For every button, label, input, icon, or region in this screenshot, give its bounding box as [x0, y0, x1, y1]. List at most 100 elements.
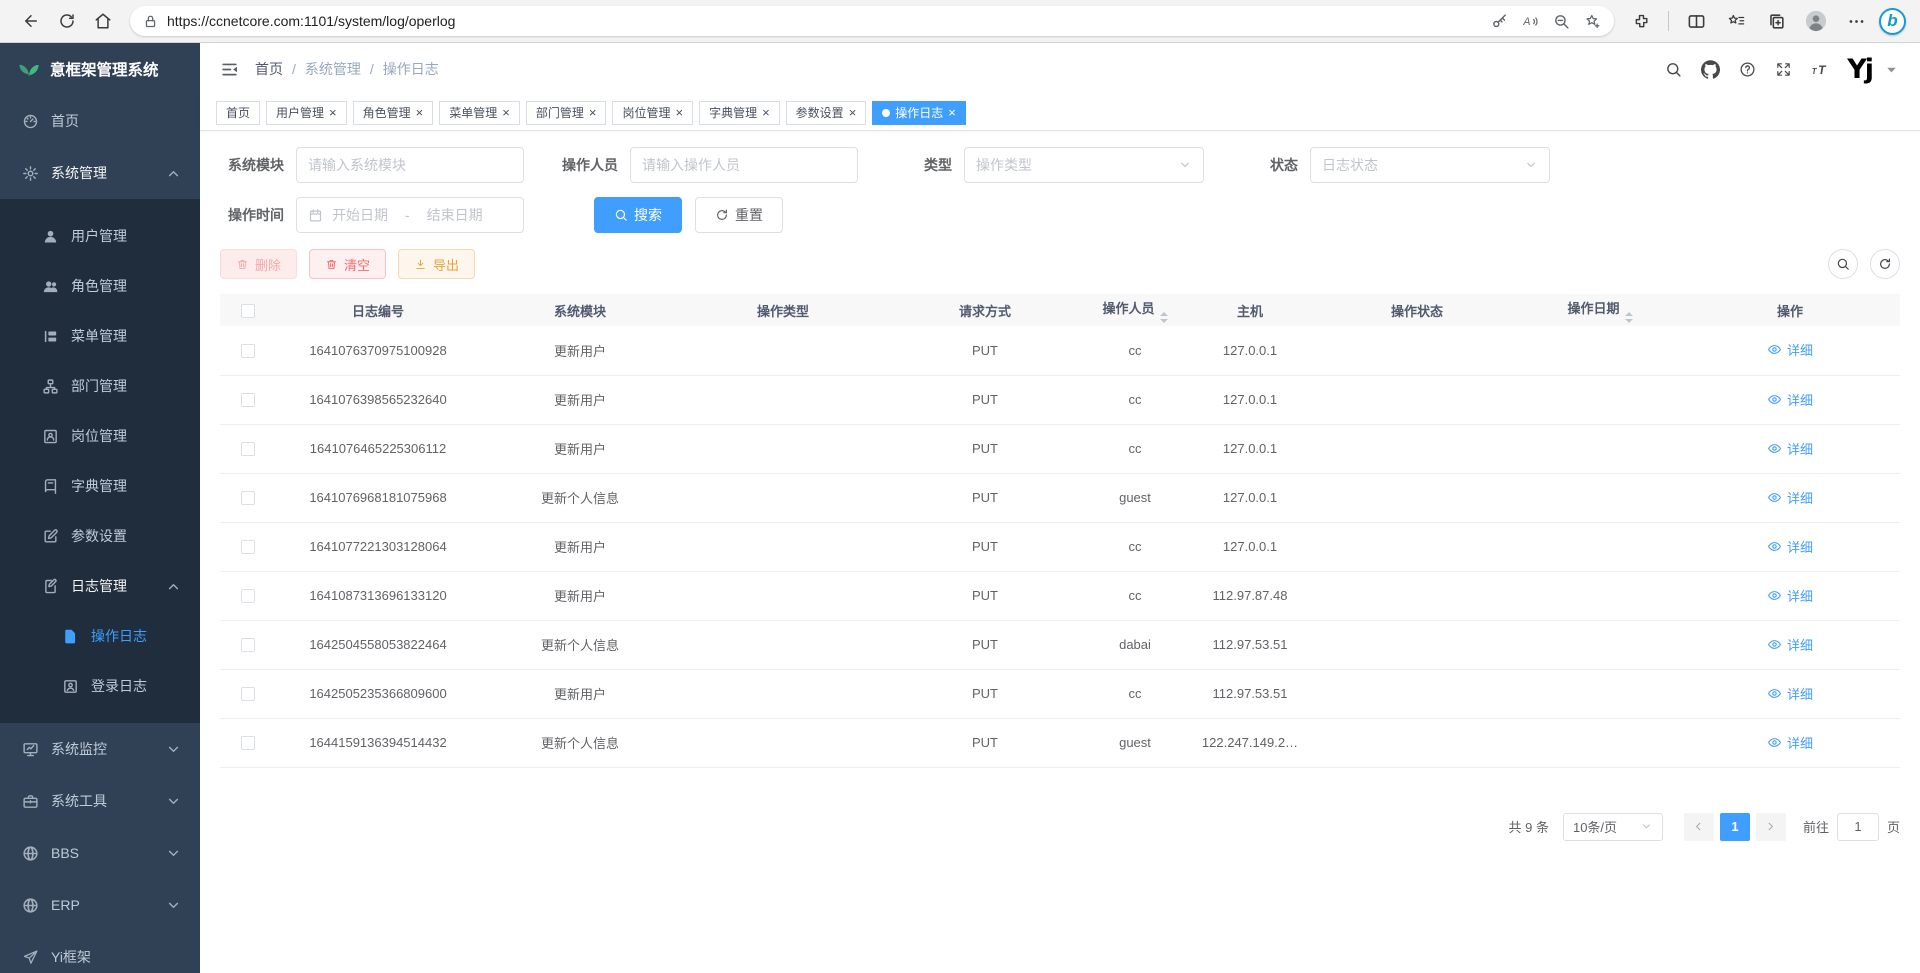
goto-page-input[interactable]	[1837, 813, 1879, 841]
font-size-icon[interactable]: TT	[1811, 61, 1828, 78]
tab-close-icon[interactable]: ×	[675, 106, 683, 119]
sidebar-item-user[interactable]: 用户管理	[0, 211, 200, 261]
browser-back-button[interactable]	[14, 4, 48, 38]
search-button[interactable]: 搜索	[594, 197, 682, 233]
password-key-icon[interactable]	[1491, 13, 1508, 30]
split-screen-button[interactable]	[1679, 4, 1713, 38]
header-search-icon[interactable]	[1665, 61, 1682, 78]
user-avatar[interactable]: Yj	[1847, 56, 1872, 83]
export-button[interactable]: 导出	[398, 249, 475, 279]
prev-page-button[interactable]	[1684, 813, 1714, 841]
sidebar-item-dict[interactable]: 字典管理	[0, 461, 200, 511]
row-checkbox[interactable]	[241, 491, 255, 505]
table-search-toggle-button[interactable]	[1828, 249, 1858, 279]
sidebar-item-operlog[interactable]: 操作日志	[0, 611, 200, 661]
status-select[interactable]: 日志状态	[1310, 147, 1550, 183]
module-input[interactable]	[308, 157, 512, 173]
tab-operlog[interactable]: 操作日志×	[872, 101, 966, 125]
favorites-button[interactable]	[1719, 4, 1753, 38]
sidebar-item-menu[interactable]: 菜单管理	[0, 311, 200, 361]
breadcrumb-item[interactable]: 系统管理	[305, 59, 361, 79]
delete-button[interactable]: 删除	[220, 249, 297, 279]
sidebar-item-bbs[interactable]: BBS	[0, 827, 200, 879]
tab-close-icon[interactable]: ×	[589, 106, 597, 119]
next-page-button[interactable]	[1756, 813, 1786, 841]
detail-link[interactable]: 详细	[1767, 684, 1813, 703]
row-checkbox[interactable]	[241, 442, 255, 456]
column-header-operator[interactable]: 操作人员	[1084, 294, 1186, 326]
detail-link[interactable]: 详细	[1767, 340, 1813, 359]
type-select[interactable]: 操作类型	[964, 147, 1204, 183]
tab-close-icon[interactable]: ×	[502, 106, 510, 119]
detail-link[interactable]: 详细	[1767, 635, 1813, 654]
tab-dict[interactable]: 字典管理×	[699, 101, 780, 125]
tab-close-icon[interactable]: ×	[329, 106, 337, 119]
tab-post[interactable]: 岗位管理×	[612, 101, 693, 125]
detail-link[interactable]: 详细	[1767, 439, 1813, 458]
tab-menu[interactable]: 菜单管理×	[439, 101, 520, 125]
browser-reload-button[interactable]	[50, 4, 84, 38]
sidebar-item-dept[interactable]: 部门管理	[0, 361, 200, 411]
detail-link[interactable]: 详细	[1767, 390, 1813, 409]
browser-home-button[interactable]	[86, 4, 120, 38]
collections-button[interactable]	[1759, 4, 1793, 38]
sort-carets-icon[interactable]	[1625, 312, 1633, 323]
row-checkbox[interactable]	[241, 344, 255, 358]
clear-button[interactable]: 清空	[309, 249, 386, 279]
tab-role[interactable]: 角色管理×	[353, 101, 434, 125]
sidebar-item-yi[interactable]: Yi框架	[0, 931, 200, 973]
browser-menu-button[interactable]	[1839, 4, 1873, 38]
detail-link[interactable]: 详细	[1767, 586, 1813, 605]
extensions-button[interactable]	[1624, 4, 1658, 38]
url-text[interactable]: https://ccnetcore.com:1101/system/log/op…	[167, 13, 1482, 29]
row-checkbox[interactable]	[241, 540, 255, 554]
select-all-checkbox[interactable]	[241, 304, 255, 318]
tab-close-icon[interactable]: ×	[416, 106, 424, 119]
tab-close-icon[interactable]: ×	[762, 106, 770, 119]
breadcrumb-item[interactable]: 首页	[255, 59, 283, 79]
sidebar-item-role[interactable]: 角色管理	[0, 261, 200, 311]
tab-user[interactable]: 用户管理×	[266, 101, 347, 125]
copilot-bing-button[interactable]: b	[1879, 8, 1906, 35]
reset-button[interactable]: 重置	[695, 197, 783, 233]
row-checkbox[interactable]	[241, 638, 255, 652]
zoom-out-icon[interactable]	[1553, 13, 1570, 30]
detail-link[interactable]: 详细	[1767, 537, 1813, 556]
detail-link[interactable]: 详细	[1767, 733, 1813, 752]
operator-input[interactable]	[642, 157, 846, 173]
address-bar[interactable]: https://ccnetcore.com:1101/system/log/op…	[130, 6, 1614, 36]
sidebar-item-loginlog[interactable]: 登录日志	[0, 661, 200, 711]
sidebar-item-home[interactable]: 首页	[0, 95, 200, 147]
sidebar-item-erp[interactable]: ERP	[0, 879, 200, 931]
sort-carets-icon[interactable]	[1160, 312, 1168, 323]
tab-close-icon[interactable]: ×	[849, 106, 857, 119]
sidebar-item-system[interactable]: 系统管理	[0, 147, 200, 199]
sidebar-item-log[interactable]: 日志管理	[0, 561, 200, 611]
date-range-picker[interactable]: 开始日期 - 结束日期	[296, 197, 524, 233]
row-checkbox[interactable]	[241, 393, 255, 407]
help-icon[interactable]	[1739, 61, 1756, 78]
detail-link[interactable]: 详细	[1767, 488, 1813, 507]
app-logo[interactable]: 意框架管理系统	[0, 43, 200, 95]
page-size-select[interactable]: 10条/页	[1563, 813, 1663, 841]
browser-profile-button[interactable]	[1799, 4, 1833, 38]
fullscreen-icon[interactable]	[1775, 61, 1792, 78]
tab-dept[interactable]: 部门管理×	[526, 101, 607, 125]
read-aloud-icon[interactable]: A	[1522, 13, 1539, 30]
table-refresh-button[interactable]	[1870, 249, 1900, 279]
tab-home[interactable]: 首页	[216, 101, 260, 125]
sidebar-collapse-button[interactable]	[220, 60, 239, 79]
sidebar-item-tools[interactable]: 系统工具	[0, 775, 200, 827]
sidebar-item-param[interactable]: 参数设置	[0, 511, 200, 561]
avatar-caret-down-icon[interactable]	[1883, 61, 1900, 78]
row-checkbox[interactable]	[241, 589, 255, 603]
github-icon[interactable]	[1701, 60, 1720, 79]
sidebar-item-monitor[interactable]: 系统监控	[0, 723, 200, 775]
breadcrumb-item[interactable]: 操作日志	[383, 59, 439, 79]
sidebar-item-post[interactable]: 岗位管理	[0, 411, 200, 461]
add-favorite-icon[interactable]	[1584, 13, 1601, 30]
tab-param[interactable]: 参数设置×	[786, 101, 867, 125]
row-checkbox[interactable]	[241, 736, 255, 750]
page-number-button[interactable]: 1	[1720, 813, 1750, 841]
tab-close-icon[interactable]: ×	[948, 106, 956, 119]
